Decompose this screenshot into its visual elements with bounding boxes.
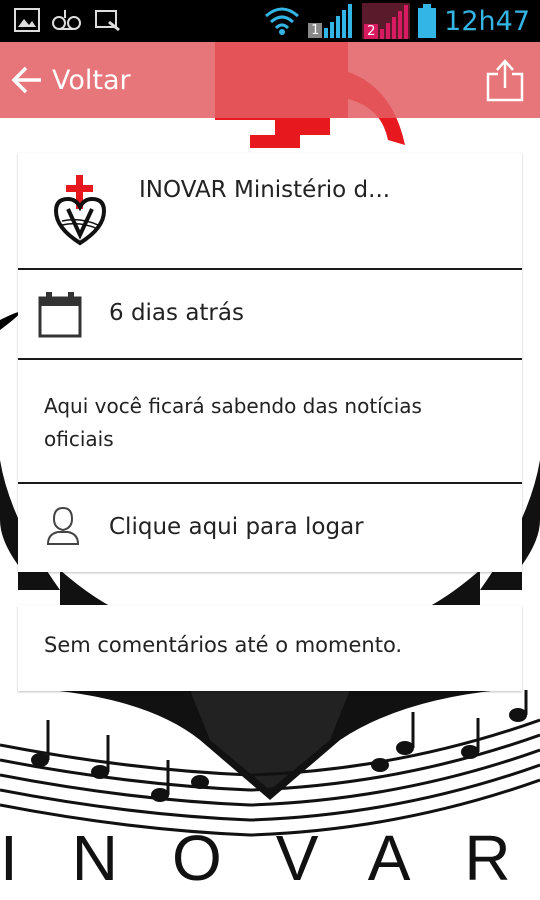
no-comments-text: Sem comentários até o momento. — [44, 633, 403, 657]
comments-card: Sem comentários até o momento. — [18, 605, 522, 691]
action-bar: Voltar — [0, 42, 540, 118]
author-name: INOVAR Ministério d... — [139, 177, 391, 203]
login-row[interactable]: Clique aqui para logar — [18, 484, 522, 572]
post-body: Aqui você ficará sabendo das notícias of… — [44, 394, 422, 451]
body-row: Aqui você ficará sabendo das notícias of… — [18, 360, 522, 484]
sim1-signal-icon: 1 — [308, 4, 354, 38]
post-card: INOVAR Ministério d... 6 dias atrás Aqui… — [18, 153, 522, 572]
author-logo-icon — [53, 175, 107, 246]
post-date: 6 dias atrás — [109, 300, 244, 326]
gallery-notification-icon — [14, 8, 40, 32]
back-label: Voltar — [52, 64, 131, 96]
author-row[interactable]: INOVAR Ministério d... — [18, 153, 522, 270]
wifi-icon — [265, 7, 300, 35]
sim2-signal-icon: 2 — [362, 3, 411, 39]
calendar-icon — [38, 292, 82, 338]
login-prompt: Clique aqui para logar — [109, 514, 364, 540]
screen-notification-icon — [95, 10, 120, 32]
user-icon — [46, 506, 80, 545]
status-bar: 1 2 12h47 — [0, 0, 540, 42]
brand-watermark: INOVAR — [0, 822, 540, 894]
voicemail-notification-icon — [52, 10, 81, 30]
share-icon[interactable] — [486, 58, 524, 102]
clock: 12h47 — [444, 5, 530, 37]
battery-icon — [418, 4, 437, 38]
back-arrow-icon — [12, 66, 41, 94]
back-button[interactable]: Voltar — [12, 42, 131, 118]
date-row: 6 dias atrás — [18, 270, 522, 360]
